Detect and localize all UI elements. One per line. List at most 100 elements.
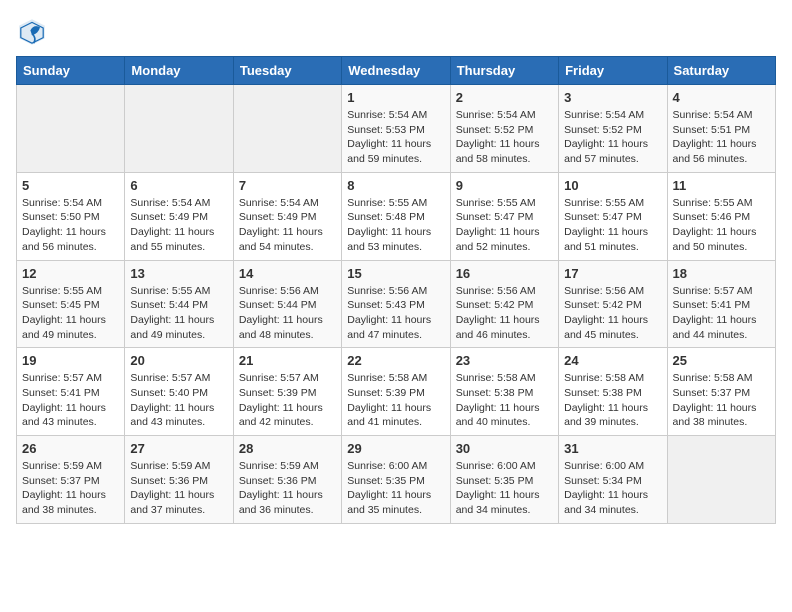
calendar-day-cell: 28 Sunrise: 5:59 AMSunset: 5:36 PMDayligh…	[233, 436, 341, 524]
day-info: Sunrise: 5:54 AMSunset: 5:51 PMDaylight:…	[673, 108, 770, 167]
day-number: 8	[347, 178, 444, 193]
calendar-day-cell: 13 Sunrise: 5:55 AMSunset: 5:44 PMDayligh…	[125, 260, 233, 348]
day-info: Sunrise: 5:57 AMSunset: 5:41 PMDaylight:…	[673, 284, 770, 343]
day-number: 1	[347, 90, 444, 105]
day-info: Sunrise: 5:59 AMSunset: 5:36 PMDaylight:…	[239, 459, 336, 518]
day-number: 7	[239, 178, 336, 193]
day-number: 18	[673, 266, 770, 281]
day-number: 3	[564, 90, 661, 105]
calendar-day-cell: 18 Sunrise: 5:57 AMSunset: 5:41 PMDayligh…	[667, 260, 775, 348]
calendar-day-cell	[17, 85, 125, 173]
day-number: 12	[22, 266, 119, 281]
calendar-day-cell	[233, 85, 341, 173]
day-info: Sunrise: 5:55 AMSunset: 5:48 PMDaylight:…	[347, 196, 444, 255]
calendar-day-cell: 27Sunrise: 5:59 AMSunset: 5:36 PMDayligh…	[125, 436, 233, 524]
calendar-week-row: 12 Sunrise: 5:55 AMSunset: 5:45 PMDayligh…	[17, 260, 776, 348]
day-number: 9	[456, 178, 553, 193]
weekday-header-cell: Thursday	[450, 57, 558, 85]
day-info: Sunrise: 5:55 AMSunset: 5:47 PMDaylight:…	[564, 196, 661, 255]
day-info: Sunrise: 5:55 AMSunset: 5:47 PMDaylight:…	[456, 196, 553, 255]
day-number: 19	[22, 353, 119, 368]
day-info: Sunrise: 6:00 AMSunset: 5:35 PMDaylight:…	[347, 459, 444, 518]
calendar-day-cell: 1 Sunrise: 5:54 AMSunset: 5:53 PMDaylight…	[342, 85, 450, 173]
day-number: 11	[673, 178, 770, 193]
day-number: 21	[239, 353, 336, 368]
day-info: Sunrise: 5:56 AMSunset: 5:42 PMDaylight:…	[564, 284, 661, 343]
day-info: Sunrise: 5:57 AMSunset: 5:40 PMDaylight:…	[130, 371, 227, 430]
weekday-header-cell: Saturday	[667, 57, 775, 85]
calendar-day-cell: 30 Sunrise: 6:00 AMSunset: 5:35 PMDayligh…	[450, 436, 558, 524]
calendar-day-cell: 11Sunrise: 5:55 AMSunset: 5:46 PMDayligh…	[667, 172, 775, 260]
calendar-day-cell: 23 Sunrise: 5:58 AMSunset: 5:38 PMDayligh…	[450, 348, 558, 436]
day-info: Sunrise: 5:56 AMSunset: 5:43 PMDaylight:…	[347, 284, 444, 343]
day-number: 4	[673, 90, 770, 105]
calendar-day-cell: 16 Sunrise: 5:56 AMSunset: 5:42 PMDayligh…	[450, 260, 558, 348]
calendar-day-cell: 5 Sunrise: 5:54 AMSunset: 5:50 PMDaylight…	[17, 172, 125, 260]
weekday-header-cell: Tuesday	[233, 57, 341, 85]
calendar-day-cell	[125, 85, 233, 173]
page-header	[16, 16, 776, 48]
day-number: 15	[347, 266, 444, 281]
calendar-day-cell: 3 Sunrise: 5:54 AMSunset: 5:52 PMDaylight…	[559, 85, 667, 173]
day-number: 14	[239, 266, 336, 281]
calendar-table: SundayMondayTuesdayWednesdayThursdayFrid…	[16, 56, 776, 524]
day-info: Sunrise: 5:54 AMSunset: 5:52 PMDaylight:…	[564, 108, 661, 167]
calendar-week-row: 19 Sunrise: 5:57 AMSunset: 5:41 PMDayligh…	[17, 348, 776, 436]
day-info: Sunrise: 5:58 AMSunset: 5:37 PMDaylight:…	[673, 371, 770, 430]
calendar-day-cell: 7 Sunrise: 5:54 AMSunset: 5:49 PMDaylight…	[233, 172, 341, 260]
weekday-header-cell: Monday	[125, 57, 233, 85]
day-info: Sunrise: 5:54 AMSunset: 5:49 PMDaylight:…	[239, 196, 336, 255]
weekday-header-cell: Friday	[559, 57, 667, 85]
calendar-day-cell: 8 Sunrise: 5:55 AMSunset: 5:48 PMDaylight…	[342, 172, 450, 260]
day-info: Sunrise: 5:54 AMSunset: 5:50 PMDaylight:…	[22, 196, 119, 255]
day-info: Sunrise: 6:00 AMSunset: 5:34 PMDaylight:…	[564, 459, 661, 518]
day-number: 30	[456, 441, 553, 456]
calendar-day-cell: 9 Sunrise: 5:55 AMSunset: 5:47 PMDaylight…	[450, 172, 558, 260]
calendar-day-cell: 19 Sunrise: 5:57 AMSunset: 5:41 PMDayligh…	[17, 348, 125, 436]
day-info: Sunrise: 5:54 AMSunset: 5:53 PMDaylight:…	[347, 108, 444, 167]
calendar-day-cell: 29 Sunrise: 6:00 AMSunset: 5:35 PMDayligh…	[342, 436, 450, 524]
day-info: Sunrise: 5:56 AMSunset: 5:42 PMDaylight:…	[456, 284, 553, 343]
calendar-week-row: 1 Sunrise: 5:54 AMSunset: 5:53 PMDaylight…	[17, 85, 776, 173]
calendar-day-cell: 24 Sunrise: 5:58 AMSunset: 5:38 PMDayligh…	[559, 348, 667, 436]
day-number: 23	[456, 353, 553, 368]
day-info: Sunrise: 5:58 AMSunset: 5:38 PMDaylight:…	[564, 371, 661, 430]
day-number: 17	[564, 266, 661, 281]
calendar-day-cell: 2 Sunrise: 5:54 AMSunset: 5:52 PMDaylight…	[450, 85, 558, 173]
day-number: 2	[456, 90, 553, 105]
calendar-day-cell: 4 Sunrise: 5:54 AMSunset: 5:51 PMDaylight…	[667, 85, 775, 173]
day-info: Sunrise: 5:59 AMSunset: 5:37 PMDaylight:…	[22, 459, 119, 518]
day-info: Sunrise: 5:54 AMSunset: 5:49 PMDaylight:…	[130, 196, 227, 255]
day-number: 31	[564, 441, 661, 456]
day-info: Sunrise: 5:54 AMSunset: 5:52 PMDaylight:…	[456, 108, 553, 167]
day-info: Sunrise: 5:58 AMSunset: 5:38 PMDaylight:…	[456, 371, 553, 430]
calendar-day-cell: 14 Sunrise: 5:56 AMSunset: 5:44 PMDayligh…	[233, 260, 341, 348]
day-number: 5	[22, 178, 119, 193]
day-number: 16	[456, 266, 553, 281]
weekday-header-cell: Sunday	[17, 57, 125, 85]
day-number: 26	[22, 441, 119, 456]
day-info: Sunrise: 5:55 AMSunset: 5:44 PMDaylight:…	[130, 284, 227, 343]
calendar-day-cell: 17 Sunrise: 5:56 AMSunset: 5:42 PMDayligh…	[559, 260, 667, 348]
day-info: Sunrise: 5:57 AMSunset: 5:41 PMDaylight:…	[22, 371, 119, 430]
calendar-day-cell: 12 Sunrise: 5:55 AMSunset: 5:45 PMDayligh…	[17, 260, 125, 348]
logo-icon	[16, 16, 48, 48]
day-number: 27	[130, 441, 227, 456]
calendar-day-cell	[667, 436, 775, 524]
day-info: Sunrise: 6:00 AMSunset: 5:35 PMDaylight:…	[456, 459, 553, 518]
calendar-day-cell: 25Sunrise: 5:58 AMSunset: 5:37 PMDayligh…	[667, 348, 775, 436]
calendar-day-cell: 6Sunrise: 5:54 AMSunset: 5:49 PMDaylight…	[125, 172, 233, 260]
day-number: 28	[239, 441, 336, 456]
day-info: Sunrise: 5:58 AMSunset: 5:39 PMDaylight:…	[347, 371, 444, 430]
day-number: 10	[564, 178, 661, 193]
calendar-day-cell: 21Sunrise: 5:57 AMSunset: 5:39 PMDayligh…	[233, 348, 341, 436]
day-number: 24	[564, 353, 661, 368]
day-info: Sunrise: 5:56 AMSunset: 5:44 PMDaylight:…	[239, 284, 336, 343]
calendar-week-row: 26 Sunrise: 5:59 AMSunset: 5:37 PMDayligh…	[17, 436, 776, 524]
day-info: Sunrise: 5:55 AMSunset: 5:45 PMDaylight:…	[22, 284, 119, 343]
calendar-day-cell: 22Sunrise: 5:58 AMSunset: 5:39 PMDayligh…	[342, 348, 450, 436]
weekday-header-row: SundayMondayTuesdayWednesdayThursdayFrid…	[17, 57, 776, 85]
day-number: 29	[347, 441, 444, 456]
calendar-day-cell: 20Sunrise: 5:57 AMSunset: 5:40 PMDayligh…	[125, 348, 233, 436]
day-number: 13	[130, 266, 227, 281]
